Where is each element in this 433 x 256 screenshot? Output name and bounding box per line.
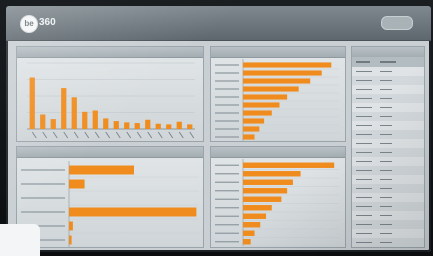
tick-label [31, 131, 37, 139]
bar [134, 123, 140, 129]
panel-body [211, 157, 345, 247]
panel-ranking-top [210, 46, 346, 142]
bar [69, 207, 197, 217]
tick-label [168, 131, 174, 139]
tick-label [94, 131, 100, 139]
horizontal-bar-chart-bottom [215, 159, 339, 247]
bar [82, 111, 88, 129]
tick-label [115, 131, 121, 139]
bar [187, 124, 193, 129]
bar [145, 119, 151, 129]
bar [243, 86, 299, 92]
horizontal-bar-chart-top [215, 59, 339, 141]
app-logo[interactable]: be [20, 15, 38, 33]
bar [29, 77, 35, 129]
bar [243, 222, 261, 228]
vertical-bar-chart [27, 62, 195, 139]
tick-label [105, 131, 111, 139]
panel-ranking-bottom [210, 146, 346, 248]
panel-horizontal-bars [16, 146, 204, 248]
bar [243, 110, 272, 116]
dashboard-screen: be 360 [6, 6, 431, 252]
bar [243, 134, 255, 140]
bar [243, 239, 251, 245]
tick-label [136, 131, 142, 139]
panel-table [351, 46, 425, 248]
tick-label [189, 131, 195, 139]
bar [92, 110, 98, 129]
app-header: be 360 [6, 6, 431, 41]
panel-body [17, 57, 203, 141]
bar [166, 124, 172, 129]
bar [243, 196, 282, 202]
bar [71, 97, 77, 129]
bar [69, 221, 73, 231]
user-menu-button[interactable] [381, 16, 413, 30]
bar [61, 88, 67, 129]
tick-label [42, 131, 48, 139]
bar [243, 162, 335, 168]
bar [243, 94, 288, 100]
bar [243, 126, 260, 132]
tick-label [157, 131, 163, 139]
tick-label [84, 131, 90, 139]
bar [243, 62, 332, 68]
photo-corner [0, 224, 40, 256]
bar [103, 118, 109, 129]
bar [155, 123, 161, 129]
panel-body [17, 157, 203, 247]
horizontal-bar-chart-left [21, 161, 199, 247]
tick-label [147, 131, 153, 139]
panel-vertical-bars [16, 46, 204, 142]
bar [243, 102, 280, 108]
data-table [352, 57, 424, 247]
panel-body [211, 57, 345, 141]
bar [243, 171, 301, 177]
bar [69, 235, 72, 245]
bar [243, 230, 255, 236]
tick-label [73, 131, 79, 139]
bar [243, 213, 267, 219]
bar [124, 122, 130, 129]
tick-label [178, 131, 184, 139]
app-brand: 360 [39, 17, 56, 28]
tick-label [63, 131, 69, 139]
bar [69, 179, 85, 189]
tick-label [52, 131, 58, 139]
bar [50, 119, 56, 129]
bar [69, 165, 134, 175]
bar [243, 70, 322, 76]
bar [40, 114, 46, 129]
bar [243, 188, 288, 194]
bar [243, 205, 272, 211]
bar [243, 78, 311, 84]
photo-frame: be 360 [0, 0, 433, 256]
bar [176, 121, 182, 129]
logo-glyph: be [24, 19, 34, 28]
bar [243, 179, 293, 185]
bar [243, 118, 265, 124]
tick-label [126, 131, 132, 139]
panel-body [352, 57, 424, 247]
bar [113, 121, 119, 129]
